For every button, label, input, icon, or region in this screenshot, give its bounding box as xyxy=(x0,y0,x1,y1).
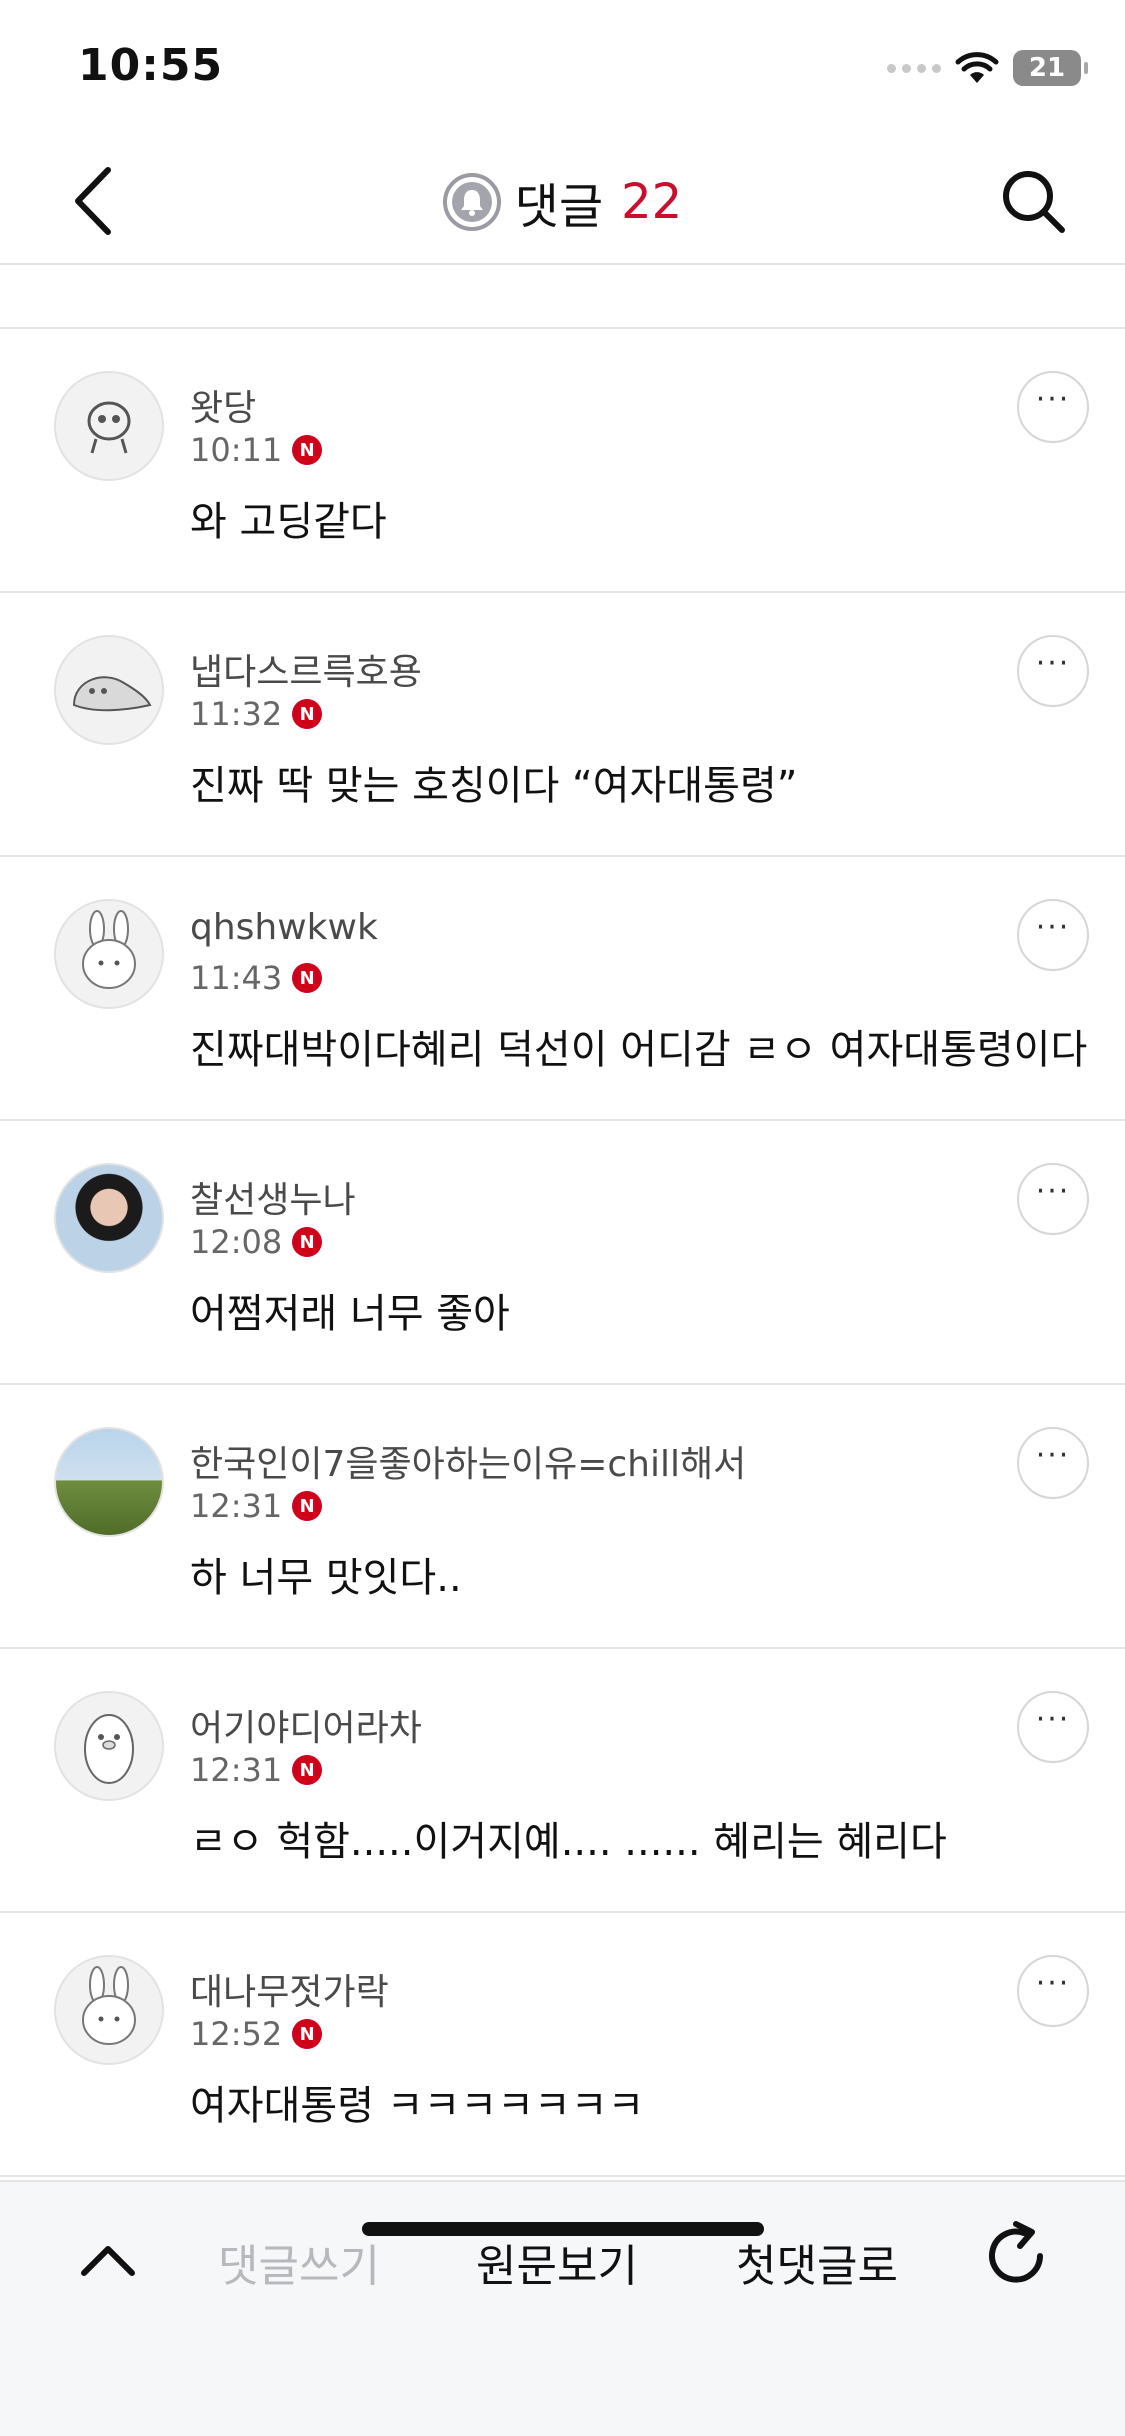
avatar[interactable] xyxy=(54,1955,164,2065)
comment-count: 22 xyxy=(621,174,683,230)
comment-author[interactable]: 어기야디어라차 xyxy=(190,1699,422,1751)
cellular-signal-icon xyxy=(887,63,941,73)
ellipsis-icon: ··· xyxy=(1035,646,1071,681)
search-button[interactable] xyxy=(993,161,1073,241)
new-badge: N xyxy=(292,963,323,993)
comment-item: 왓당 10:11 N 와 고딩같다 ··· xyxy=(0,329,1125,593)
penguin-avatar-icon xyxy=(84,1714,134,1784)
avatar[interactable] xyxy=(54,371,164,481)
comment-text: ㄹㅇ 헉함.....이거지예.... ...... 혜리는 혜리다 xyxy=(190,1819,947,1865)
title-text: 댓글 xyxy=(514,179,604,235)
avatar-photo[interactable] xyxy=(54,1163,164,1273)
comment-text: 진짜 딱 맞는 호칭이다 “여자대통령” xyxy=(190,763,798,809)
home-indicator xyxy=(362,2222,764,2236)
new-badge: N xyxy=(292,435,323,465)
ellipsis-icon: ··· xyxy=(1035,382,1071,417)
first-comment-button[interactable]: 첫댓글로 xyxy=(736,2230,898,2294)
avatar[interactable] xyxy=(54,899,164,1009)
new-badge: N xyxy=(292,1227,323,1257)
character-avatar-icon xyxy=(87,401,131,454)
comment-author[interactable]: qhshwkwk xyxy=(190,907,378,948)
comment-meta: 12:31 N xyxy=(190,1751,323,1789)
comment-author[interactable]: 왓당 xyxy=(190,379,256,431)
comment-text: 와 고딩같다 xyxy=(190,499,387,545)
more-options-button[interactable]: ··· xyxy=(1017,635,1089,707)
ellipsis-icon: ··· xyxy=(1035,1966,1071,2001)
comment-item: 냅다스르륵호용 11:32 N 진짜 딱 맞는 호칭이다 “여자대통령” ··· xyxy=(0,593,1125,857)
comment-list[interactable]: 왓당 10:11 N 와 고딩같다 ··· 냅다스르륵호용 11:32 N 진짜… xyxy=(0,265,1125,2180)
dinosaur-avatar-icon xyxy=(72,676,152,712)
comment-author[interactable]: 냅다스르륵호용 xyxy=(190,643,422,695)
page-title: 댓글 22 xyxy=(0,167,1125,237)
comment-time: 12:52 xyxy=(190,2015,283,2053)
comment-author[interactable]: 한국인이7을좋아하는이유=chill해서 xyxy=(190,1435,746,1487)
comment-time: 12:31 xyxy=(190,1751,283,1789)
partial-comment-row xyxy=(0,265,1125,329)
comment-author[interactable]: 대나무젓가락 xyxy=(190,1963,389,2015)
search-icon xyxy=(1003,171,1065,233)
comment-time: 10:11 xyxy=(190,431,283,469)
comment-item: 한국인이7을좋아하는이유=chill해서 12:31 N 하 너무 맛잇다.. … xyxy=(0,1385,1125,1649)
comment-text: 어쩜저래 너무 좋아 xyxy=(190,1291,510,1337)
comment-text: 진짜대박이다혜리 덕선이 어디감 ㄹㅇ 여자대통령이다 xyxy=(190,1027,1088,1073)
comment-author[interactable]: 찰선생누나 xyxy=(190,1171,356,1223)
comment-time: 12:31 xyxy=(190,1487,283,1525)
comment-time: 11:43 xyxy=(190,959,283,997)
ellipsis-icon: ··· xyxy=(1035,1174,1071,1209)
comment-time: 11:32 xyxy=(190,695,283,733)
comment-time: 12:08 xyxy=(190,1223,283,1261)
more-options-button[interactable]: ··· xyxy=(1017,1163,1089,1235)
ellipsis-icon: ··· xyxy=(1035,1438,1071,1473)
new-badge: N xyxy=(292,1491,323,1521)
more-options-button[interactable]: ··· xyxy=(1017,1955,1089,2027)
comment-meta: 11:43 N xyxy=(190,959,323,997)
ellipsis-icon: ··· xyxy=(1035,910,1071,945)
avatar-photo[interactable] xyxy=(54,1427,164,1537)
comment-meta: 12:31 N xyxy=(190,1487,323,1525)
scroll-top-button[interactable] xyxy=(70,2222,146,2298)
comment-meta: 11:32 N xyxy=(190,695,323,733)
more-options-button[interactable]: ··· xyxy=(1017,899,1089,971)
comment-item: 찰선생누나 12:08 N 어쩜저래 너무 좋아 ··· xyxy=(0,1121,1125,1385)
rabbit-avatar-icon xyxy=(82,1966,136,2045)
battery-icon: 21 xyxy=(1013,50,1088,86)
chevron-up-icon xyxy=(81,2246,135,2276)
status-time: 10:55 xyxy=(78,40,224,91)
comment-item: 어기야디어라차 12:31 N ㄹㅇ 헉함.....이거지예.... .....… xyxy=(0,1649,1125,1913)
status-bar: 10:55 21 xyxy=(0,0,1125,135)
comment-item: 대나무젓가락 12:52 N 여자대통령 ㅋㅋㅋㅋㅋㅋㅋ ··· xyxy=(0,1913,1125,2177)
nav-bar: 댓글 22 xyxy=(0,135,1125,265)
avatar[interactable] xyxy=(54,1691,164,1801)
view-original-button[interactable]: 원문보기 xyxy=(476,2230,638,2294)
comment-meta: 12:52 N xyxy=(190,2015,323,2053)
more-options-button[interactable]: ··· xyxy=(1017,1427,1089,1499)
bottom-toolbar: 댓글쓰기 원문보기 첫댓글로 xyxy=(0,2180,1125,2436)
new-badge: N xyxy=(292,2019,323,2049)
rabbit-avatar-icon xyxy=(82,910,136,989)
comment-meta: 12:08 N xyxy=(190,1223,323,1261)
more-options-button[interactable]: ··· xyxy=(1017,371,1089,443)
avatar[interactable] xyxy=(54,635,164,745)
notification-bell-button[interactable] xyxy=(442,173,501,231)
battery-level: 21 xyxy=(1028,53,1066,83)
comment-text: 하 너무 맛잇다.. xyxy=(190,1555,462,1601)
new-badge: N xyxy=(292,699,323,729)
new-badge: N xyxy=(292,1755,323,1785)
comment-item: qhshwkwk 11:43 N 진짜대박이다혜리 덕선이 어디감 ㄹㅇ 여자대… xyxy=(0,857,1125,1121)
comment-meta: 10:11 N xyxy=(190,431,323,469)
more-options-button[interactable]: ··· xyxy=(1017,1691,1089,1763)
comment-text: 여자대통령 ㅋㅋㅋㅋㅋㅋㅋ xyxy=(190,2083,645,2129)
bell-icon xyxy=(451,182,492,222)
status-indicators: 21 xyxy=(887,46,1088,90)
refresh-icon xyxy=(989,2221,1043,2283)
wifi-icon xyxy=(955,52,999,83)
ellipsis-icon: ··· xyxy=(1035,1702,1071,1737)
refresh-button[interactable] xyxy=(976,2216,1056,2296)
write-comment-button[interactable]: 댓글쓰기 xyxy=(218,2230,380,2294)
